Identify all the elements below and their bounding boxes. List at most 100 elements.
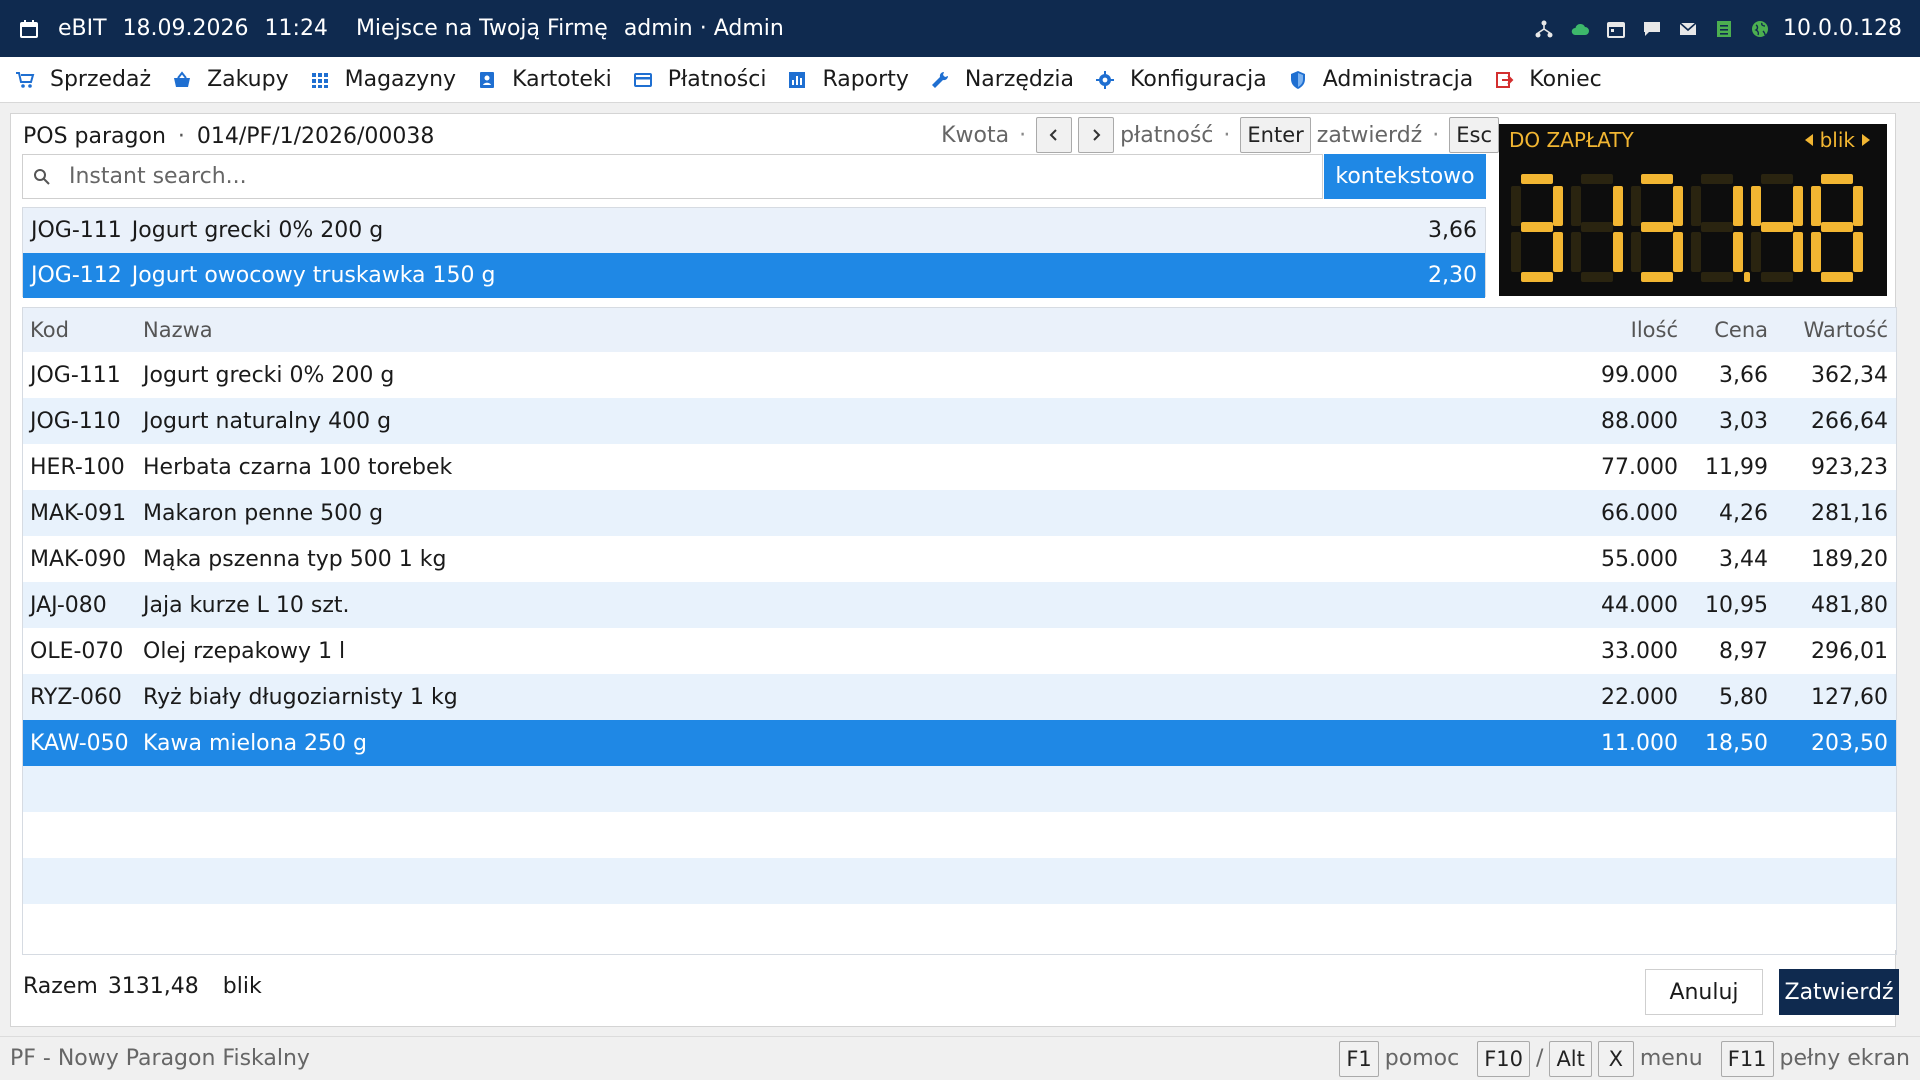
triangle-left-icon: [1804, 134, 1813, 146]
cell-kod: MAK-090: [30, 546, 127, 572]
digit-segment: [1821, 272, 1853, 282]
menu-item-zakupy[interactable]: Zakupy: [171, 67, 289, 92]
bar-chart-icon: [786, 69, 808, 91]
cell-kod: MAK-091: [30, 500, 127, 526]
suggestion-item[interactable]: JOG-111 Jogurt grecki 0% 200 g 3,66: [23, 208, 1485, 253]
menu-item-raporty[interactable]: Raporty: [786, 67, 909, 92]
cell-nazwa: Kawa mielona 250 g: [143, 730, 368, 756]
cart-icon: [14, 69, 36, 91]
cloud-icon[interactable]: [1569, 18, 1591, 40]
chat-icon[interactable]: [1641, 18, 1663, 40]
table-row[interactable]: JAJ-080 Jaja kurze L 10 szt. 44.000 10,95 48…: [23, 582, 1896, 628]
cancel-button[interactable]: Anuluj: [1645, 969, 1763, 1015]
digit-segment: [1521, 272, 1553, 282]
shield-icon: [1287, 69, 1309, 91]
table-body: JOG-111 Jogurt grecki 0% 200 g 99.000 3,66 3…: [23, 352, 1896, 950]
digit-segment: [1571, 232, 1581, 272]
seven-segment-amount: [1511, 174, 1863, 282]
digit-segment: [1581, 174, 1613, 184]
grid-icon: [309, 69, 331, 91]
suggestion-name: Jogurt owocowy truskawka 150 g: [131, 263, 496, 288]
header-kod[interactable]: Kod: [23, 318, 143, 342]
esc-key[interactable]: Esc: [1449, 117, 1499, 153]
f1-key[interactable]: F1: [1339, 1040, 1379, 1077]
header-nazwa[interactable]: Nazwa: [143, 318, 1528, 342]
calendar-icon[interactable]: [1605, 18, 1627, 40]
payment-label: płatność: [1120, 122, 1214, 148]
cell-cena: 3,44: [1719, 546, 1768, 572]
menu-item-magazyny[interactable]: Magazyny: [309, 67, 456, 92]
table-row[interactable]: JOG-110 Jogurt naturalny 400 g 88.000 3,03 2…: [23, 398, 1896, 444]
digit-segment: [1701, 222, 1733, 232]
menu-item-kartoteki[interactable]: Kartoteki: [476, 67, 612, 92]
search-box: [22, 154, 1323, 199]
digit-segment: [1511, 186, 1521, 226]
cell-ilosc: 33.000: [1601, 638, 1678, 664]
f11-key[interactable]: F11: [1720, 1040, 1774, 1077]
table-row[interactable]: HER-100 Herbata czarna 100 torebek 77.000 1…: [23, 444, 1896, 490]
menu-item-konfiguracja[interactable]: Konfiguracja: [1094, 67, 1267, 92]
digit-segment: [1613, 232, 1623, 272]
basket-icon: [171, 69, 193, 91]
digit-segment: [1571, 186, 1581, 226]
company-name: Miejsce na Twoją Firmę: [355, 16, 608, 41]
context-search-button[interactable]: kontekstowo: [1324, 154, 1486, 199]
payment-method-selector[interactable]: blik: [1798, 128, 1877, 152]
x-key[interactable]: X: [1597, 1040, 1634, 1077]
triangle-right-icon: [1862, 134, 1870, 146]
header-cena[interactable]: Cena: [1678, 318, 1768, 342]
f11-hint: pełny ekran: [1779, 1046, 1910, 1071]
amount-due-label: DO ZAPŁATY: [1509, 128, 1634, 152]
next-payment-button[interactable]: [1078, 117, 1115, 153]
digit-segment: [1631, 186, 1641, 226]
mail-icon[interactable]: [1677, 18, 1699, 40]
user-name: admin · Admin: [623, 16, 784, 41]
cell-cena: 8,97: [1719, 638, 1768, 664]
list-icon[interactable]: [1713, 18, 1735, 40]
menu-label: Magazyny: [344, 67, 457, 92]
pos-receipt-panel: POS paragon · 014/PF/1/2026/00038 Kwota …: [10, 113, 1899, 1027]
table-row[interactable]: JOG-111 Jogurt grecki 0% 200 g 99.000 3,66 3…: [23, 352, 1896, 398]
ip-address: 10.0.0.128: [1783, 16, 1902, 41]
globe-icon[interactable]: [1749, 18, 1771, 40]
suggestion-item-selected[interactable]: JOG-112 Jogurt owocowy truskawka 150 g 2…: [23, 253, 1485, 298]
search-input[interactable]: [69, 164, 1322, 189]
f10-key[interactable]: F10: [1477, 1040, 1531, 1077]
digit-segment: [1811, 232, 1821, 272]
search-icon: [34, 168, 50, 185]
prev-payment-button[interactable]: [1036, 117, 1073, 153]
main-menu: Sprzedaż Zakupy Magazyny Kartoteki Płatn…: [0, 57, 1920, 103]
header-ilosc[interactable]: Ilość: [1528, 318, 1678, 342]
digit-segment: [1521, 174, 1553, 184]
table-row[interactable]: MAK-090 Mąka pszenna typ 500 1 kg 55.000 3,…: [23, 536, 1896, 582]
menu-item-administracja[interactable]: Administracja: [1287, 67, 1473, 92]
table-row[interactable]: MAK-091 Makaron penne 500 g 66.000 4,26 281,…: [23, 490, 1896, 536]
menu-item-sprzedaz[interactable]: Sprzedaż: [14, 67, 151, 92]
cell-kod: JOG-111: [30, 362, 121, 388]
cell-nazwa: Herbata czarna 100 torebek: [143, 454, 453, 480]
suggestion-price: 2,30: [1428, 263, 1477, 288]
table-row[interactable]: KAW-050 Kawa mielona 250 g 11.000 18,50 203,…: [23, 720, 1896, 766]
header-wartosc[interactable]: Wartość: [1768, 318, 1896, 342]
digit-segment: [1673, 186, 1683, 226]
table-row[interactable]: RYZ-060 Ryż biały długoziarnisty 1 kg 22.0…: [23, 674, 1896, 720]
amount-label: Kwota: [941, 122, 1010, 148]
menu-item-narzedzia[interactable]: Narzędzia: [929, 67, 1074, 92]
table-row[interactable]: OLE-070 Olej rzepakowy 1 l 33.000 8,97 296,0…: [23, 628, 1896, 674]
digit-segment: [1631, 232, 1641, 272]
digit-segment: [1793, 186, 1803, 226]
menu-label: Kartoteki: [512, 67, 612, 92]
menu-item-koniec[interactable]: Koniec: [1493, 67, 1602, 92]
menu-label: Zakupy: [207, 67, 289, 92]
title-bar: eBIT 18.09.2026 11:24 Miejsce na Twoją F…: [0, 0, 1920, 57]
cell-ilosc: 88.000: [1601, 408, 1678, 434]
enter-key[interactable]: Enter: [1240, 117, 1311, 153]
cell-wartosc: 127,60: [1811, 684, 1888, 710]
alt-key[interactable]: Alt: [1549, 1040, 1592, 1077]
calendar-icon: [18, 18, 40, 40]
current-time: 11:24: [264, 16, 328, 41]
menu-item-platnosci[interactable]: Płatności: [632, 67, 766, 92]
confirm-button[interactable]: Zatwierdź: [1779, 969, 1899, 1015]
network-icon[interactable]: [1533, 18, 1555, 40]
cell-cena: 10,95: [1705, 592, 1768, 618]
